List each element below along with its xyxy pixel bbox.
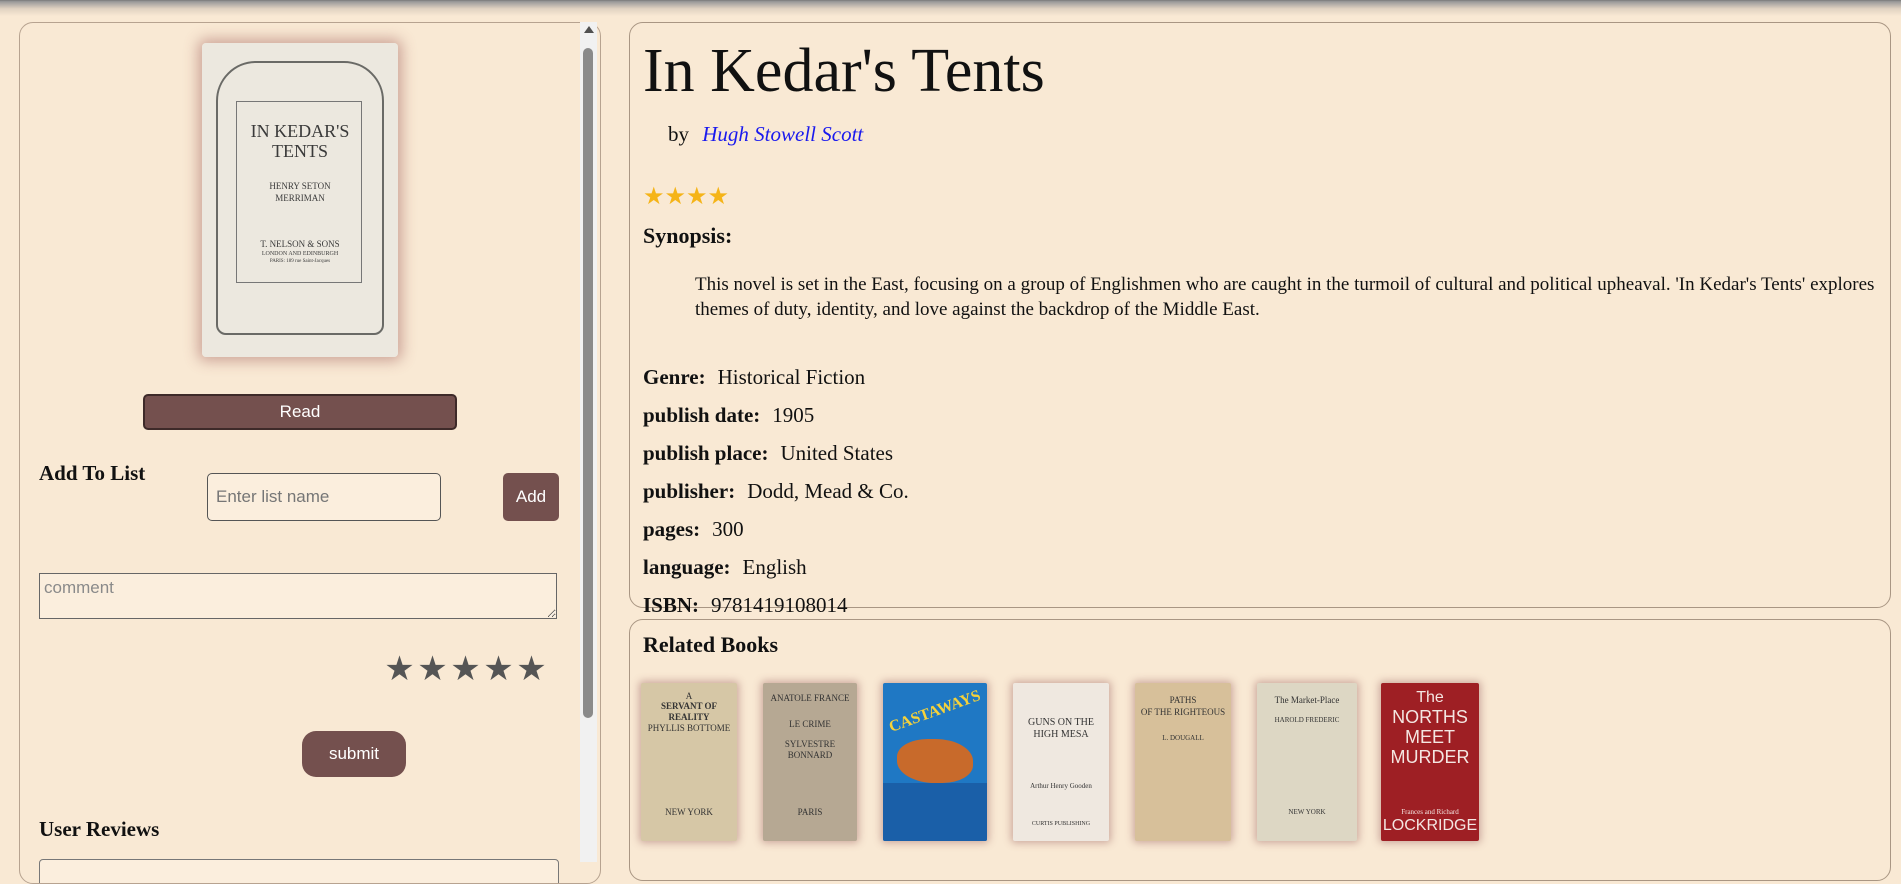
by-label: by <box>668 122 689 146</box>
book-cover: IN KEDAR'S TENTS HENRY SETON MERRIMAN T.… <box>202 43 398 357</box>
field-value: United States <box>780 441 894 465</box>
add-to-list-label: Add To List <box>39 461 146 485</box>
fish-illustration <box>897 739 973 783</box>
review-box <box>39 859 559 883</box>
related-book-text: NEW YORK <box>1288 808 1326 816</box>
related-book-text: LE CRIME <box>789 719 831 729</box>
related-book-1[interactable]: A SERVANT OF REALITY PHYLLIS BOTTOME NEW… <box>641 683 737 841</box>
byline: by Hugh Stowell Scott <box>668 122 863 147</box>
cover-author-2: MERRIMAN <box>275 193 325 203</box>
related-book-4[interactable]: GUNS ON THE HIGH MESA Arthur Henry Goode… <box>1013 683 1109 841</box>
related-book-text: GUNS ON THE <box>1028 717 1094 728</box>
field-label: Genre: <box>643 365 706 389</box>
cover-publisher-1: T. NELSON & SONS <box>260 239 340 249</box>
related-book-text: ANATOLE FRANCE <box>770 693 850 703</box>
rating-star-icon: ★ <box>686 184 708 210</box>
cover-title-1: IN KEDAR'S <box>250 121 350 141</box>
rating-star-1[interactable]: ★ <box>384 653 415 687</box>
user-reviews-heading: User Reviews <box>39 817 160 841</box>
related-book-text: PATHS <box>1169 695 1197 705</box>
rating-star-2[interactable]: ★ <box>417 653 448 687</box>
related-book-3[interactable]: CASTAWAYS <box>883 683 987 841</box>
field-label: language: <box>643 555 731 579</box>
related-book-text: OF THE RIGHTEOUS <box>1140 707 1226 717</box>
rating-star-4[interactable]: ★ <box>483 653 514 687</box>
related-book-2[interactable]: ANATOLE FRANCE LE CRIME SYLVESTRE BONNAR… <box>763 683 857 841</box>
field-value: 9781419108014 <box>711 593 848 617</box>
field-genre: Genre: Historical Fiction <box>643 365 865 390</box>
field-label: ISBN: <box>643 593 700 617</box>
rating-star-3[interactable]: ★ <box>450 653 481 687</box>
related-book-text: Arthur Henry Gooden <box>1030 782 1092 790</box>
related-book-text: The Market-Place <box>1274 695 1340 705</box>
field-label: publish date: <box>643 403 761 427</box>
field-publish-place: publish place: United States <box>643 441 893 466</box>
left-panel-scrollbar[interactable] <box>580 22 597 862</box>
related-book-text: HAROLD FREDERIC <box>1274 716 1340 724</box>
synopsis-text: This novel is set in the East, focusing … <box>695 274 1875 320</box>
rating-star-5[interactable]: ★ <box>516 653 547 687</box>
field-value: Historical Fiction <box>717 365 866 389</box>
cover-author-1: HENRY SETON <box>269 181 331 191</box>
rating-star-icon: ★ <box>664 184 687 210</box>
related-book-text: NORTHS MEET MURDER <box>1390 707 1470 767</box>
related-book-text: HIGH MESA <box>1033 729 1089 740</box>
related-book-6[interactable]: The Market-Place HAROLD FREDERIC NEW YOR… <box>1257 683 1357 841</box>
related-book-text: PHYLLIS BOTTOME <box>647 723 731 733</box>
related-books-heading: Related Books <box>643 632 779 657</box>
cover-publisher-3: PARIS: 189 rue Saint-Jacques <box>269 259 331 264</box>
field-value: 300 <box>712 517 744 541</box>
field-isbn: ISBN: 9781419108014 <box>643 593 848 618</box>
top-shadow <box>0 0 1901 16</box>
cover-publisher-2: LONDON AND EDINBURGH <box>261 251 339 257</box>
related-book-text: CASTAWAYS <box>886 687 983 736</box>
submit-button[interactable]: submit <box>302 731 406 777</box>
field-value: 1905 <box>772 403 815 427</box>
read-button[interactable]: Read <box>143 394 457 430</box>
related-book-text: SERVANT OF REALITY <box>660 701 718 722</box>
rating-input: ★ ★ ★ ★ ★ <box>384 653 547 687</box>
related-book-text: L. DOUGALL <box>1162 734 1204 742</box>
field-value: English <box>742 555 807 579</box>
author-link[interactable]: Hugh Stowell Scott <box>702 122 863 146</box>
related-book-5[interactable]: PATHS OF THE RIGHTEOUS L. DOUGALL <box>1135 683 1231 841</box>
add-list-button[interactable]: Add <box>503 473 559 521</box>
list-name-input[interactable] <box>207 473 441 521</box>
related-book-text: The <box>1416 689 1444 706</box>
wave-illustration <box>883 783 987 841</box>
field-label: publisher: <box>643 479 736 503</box>
book-details-panel: In Kedar's Tents by Hugh Stowell Scott ★… <box>629 22 1891 617</box>
field-label: publish place: <box>643 441 769 465</box>
related-book-text: NEW YORK <box>665 807 713 817</box>
comment-field[interactable] <box>39 573 557 619</box>
scroll-up-arrow-icon[interactable] <box>584 26 594 33</box>
field-publisher: publisher: Dodd, Mead & Co. <box>643 479 909 504</box>
book-title: In Kedar's Tents <box>643 37 1045 105</box>
rating-star-icon: ★ <box>707 184 730 210</box>
synopsis-label: Synopsis: <box>643 223 733 248</box>
related-book-text: LOCKRIDGE <box>1382 817 1478 834</box>
related-book-text: CURTIS PUBLISHING <box>1031 821 1091 827</box>
left-panel: IN KEDAR'S TENTS HENRY SETON MERRIMAN T.… <box>19 22 601 884</box>
field-language: language: English <box>643 555 807 580</box>
related-book-text: SYLVESTRE BONNARD <box>784 739 836 760</box>
rating-star-icon: ★ <box>643 184 665 210</box>
related-books-panel: Related Books A SERVANT OF REALITY PHYLL… <box>629 619 1891 881</box>
field-label: pages: <box>643 517 701 541</box>
scroll-thumb[interactable] <box>583 48 593 718</box>
related-book-7[interactable]: The NORTHS MEET MURDER Frances and Richa… <box>1381 683 1479 841</box>
related-book-text: PARIS <box>797 807 823 817</box>
book-rating: ★ ★ ★ ★ <box>643 184 729 210</box>
field-pages: pages: 300 <box>643 517 744 542</box>
field-publish-date: publish date: 1905 <box>643 403 814 428</box>
field-value: Dodd, Mead & Co. <box>747 479 909 503</box>
cover-title-2: TENTS <box>272 141 328 161</box>
